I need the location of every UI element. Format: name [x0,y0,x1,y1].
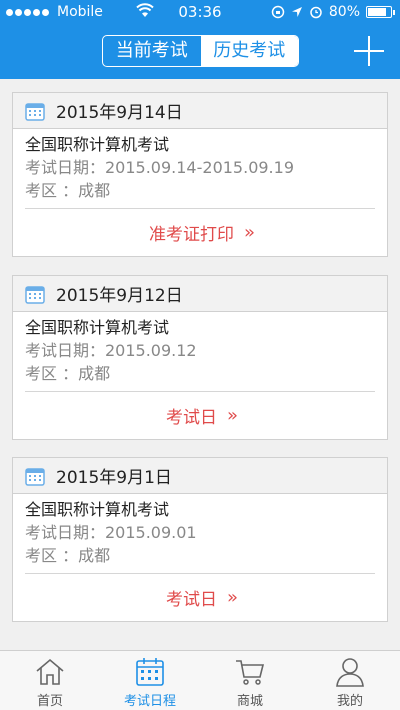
exam-card: 2015年9月14日 全国职称计算机考试 考试日期：2015.09.14-201… [12,92,388,257]
card-date: 2015年9月14日 [56,103,183,123]
card-header: 2015年9月14日 [13,93,387,129]
card-date: 2015年9月1日 [56,468,172,488]
tab-mall[interactable]: 商城 [200,651,300,710]
tab-label: 商城 [236,694,263,709]
exam-card: 2015年9月1日 全国职称计算机考试 考试日期：2015.09.01 考区 ：… [12,457,388,622]
exam-area: 考区 ：成都 [25,181,111,200]
double-chevron-right-icon: » [243,222,255,243]
exam-date: 考试日期：2015.09.14-2015.09.19 [25,158,294,177]
battery-percent: 80% [328,4,360,20]
segment-history-exams[interactable]: 历史考试 [200,36,298,66]
status-right: 80% [271,0,395,24]
cart-icon [236,660,265,685]
rotation-lock-icon [271,5,285,19]
location-icon [291,7,302,17]
calendar-icon [25,102,45,121]
action-label: 考试日 [165,408,217,428]
exam-name: 全国职称计算机考试 [25,135,170,154]
double-chevron-right-icon: » [226,405,238,426]
person-icon [336,658,364,687]
tab-exam-schedule[interactable]: 考试日程 [100,651,200,710]
exam-name: 全国职称计算机考试 [25,500,170,519]
tab-label: 我的 [336,694,363,709]
calendar-icon [25,285,45,304]
card-header: 2015年9月1日 [13,458,387,494]
double-chevron-right-icon: » [226,587,238,608]
home-icon [36,658,64,685]
status-bar: Mobile 03:36 80% [0,0,400,24]
card-date: 2015年9月12日 [56,286,183,306]
segment-current-exams[interactable]: 当前考试 [103,36,201,66]
tab-bar: 首页 考试日程 商城 我的 [0,650,400,710]
calendar-icon [136,658,164,686]
exam-segmented-control: 当前考试 历史考试 [102,35,299,67]
tab-home[interactable]: 首页 [0,651,100,710]
exam-day-button[interactable]: 考试日 » [13,392,387,439]
exam-day-button[interactable]: 考试日 » [13,574,387,621]
add-icon[interactable] [354,36,384,66]
card-header: 2015年9月12日 [13,276,387,312]
app-header: Mobile 03:36 80% 当前考试 历史考试 [0,0,400,79]
exam-card: 2015年9月12日 全国职称计算机考试 考试日期：2015.09.12 考区 … [12,275,388,440]
tab-label: 首页 [36,694,63,709]
tab-label: 考试日程 [123,694,176,709]
action-label: 准考证打印 [148,225,234,245]
alarm-icon [310,6,322,19]
battery-icon [366,6,395,18]
admission-ticket-print-button[interactable]: 准考证打印 » [13,209,387,256]
action-label: 考试日 [165,590,217,610]
calendar-icon [25,467,45,486]
exam-date: 考试日期：2015.09.12 [25,341,197,360]
exam-area: 考区 ：成都 [25,546,111,565]
exam-area: 考区 ：成都 [25,364,111,383]
exam-date: 考试日期：2015.09.01 [25,523,197,542]
tab-mine[interactable]: 我的 [300,651,400,710]
exam-name: 全国职称计算机考试 [25,318,170,337]
